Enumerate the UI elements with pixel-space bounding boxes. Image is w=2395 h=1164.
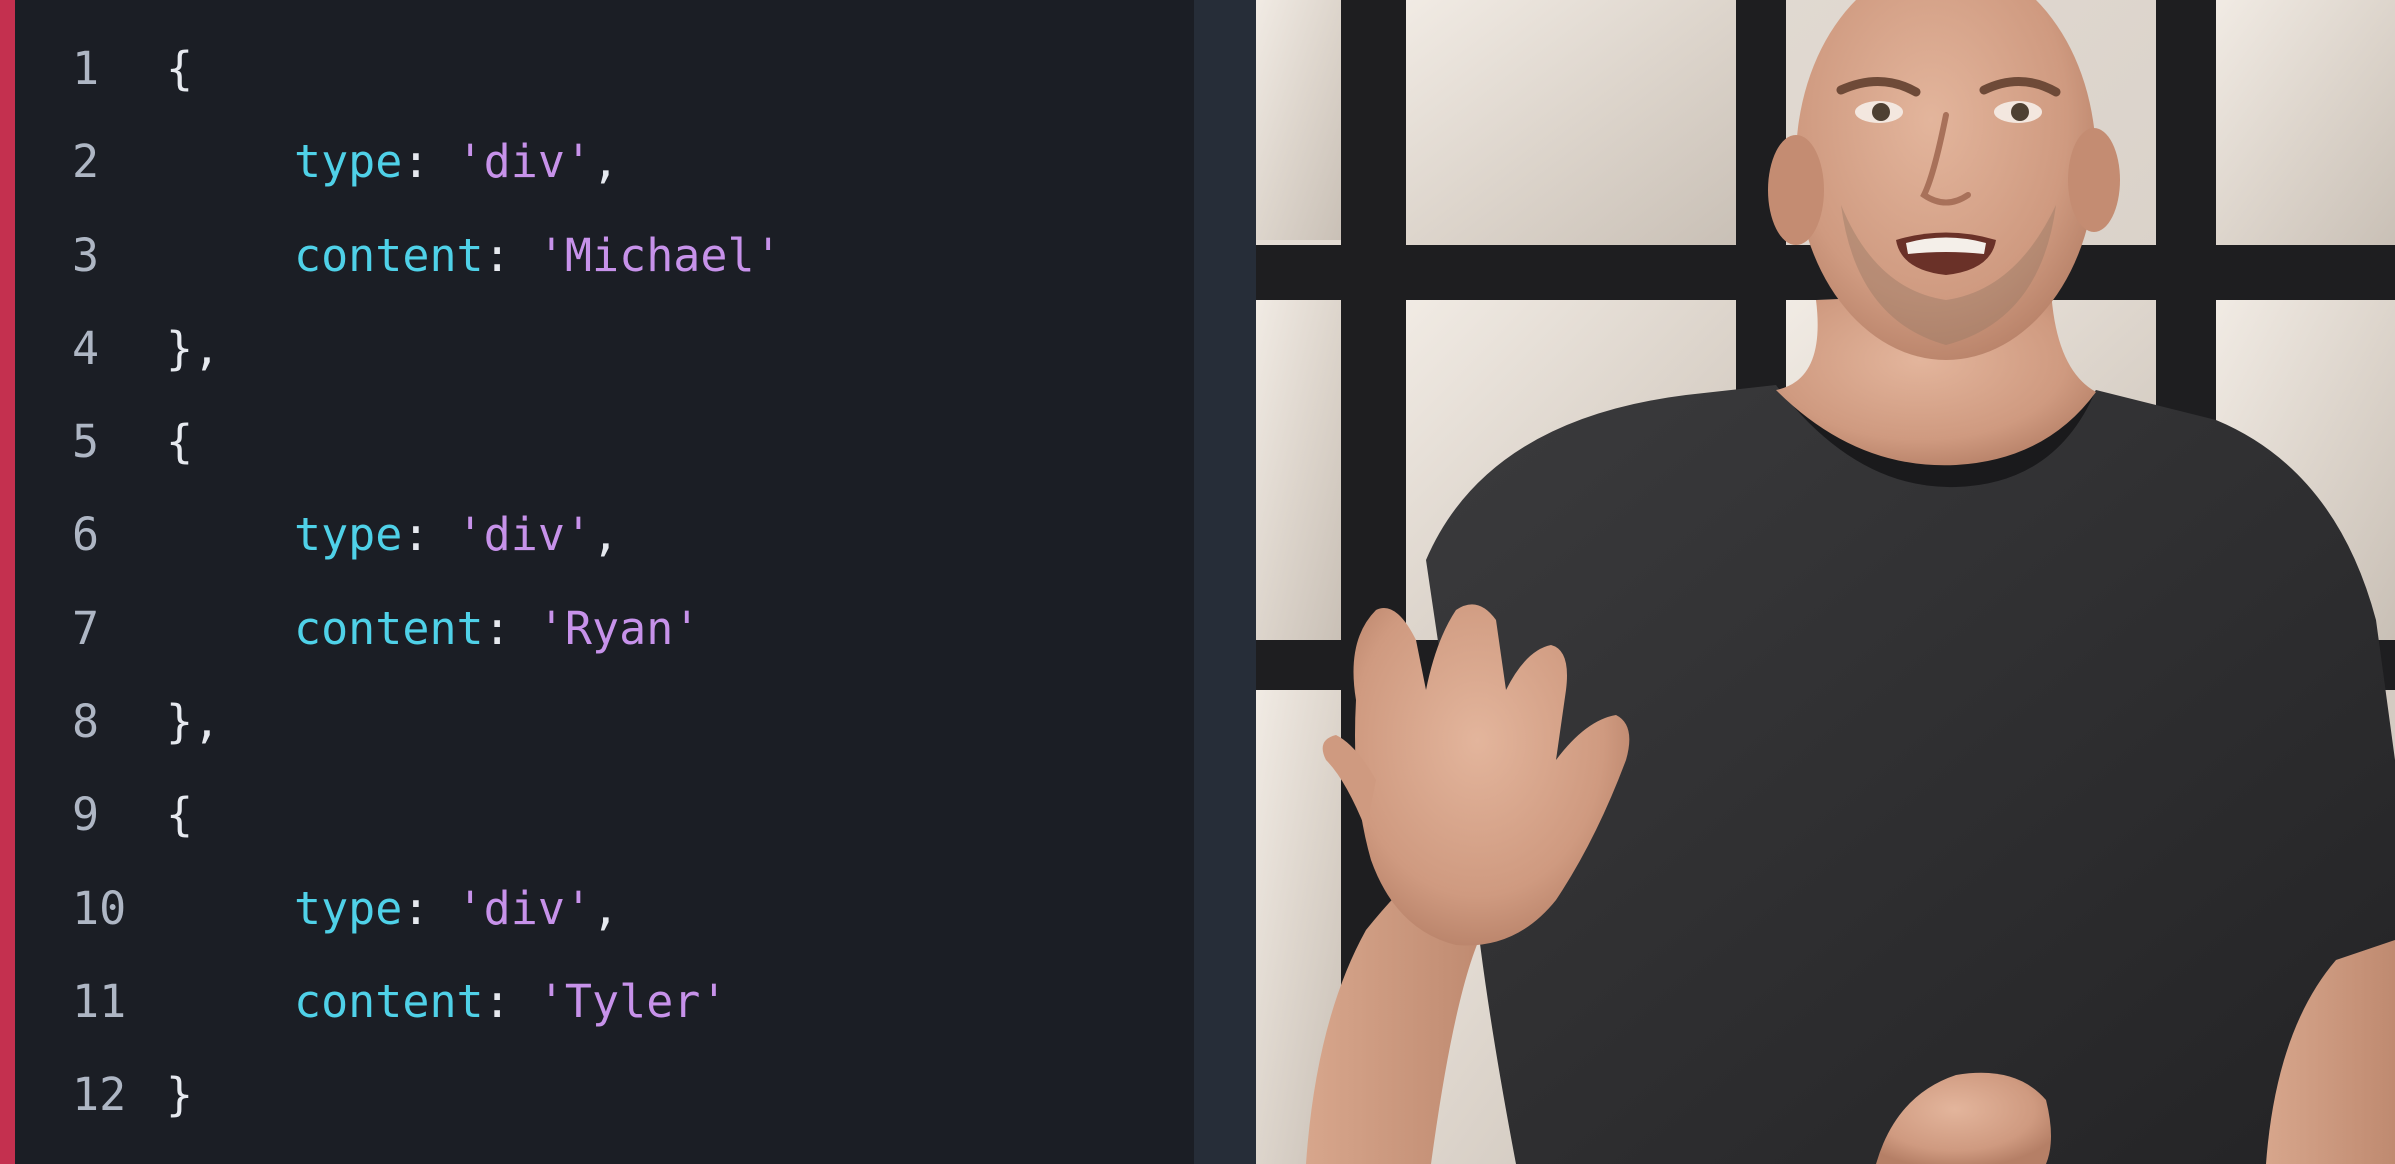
code-string: 'Ryan' — [537, 601, 701, 655]
code-text: content: 'Ryan' — [294, 582, 700, 675]
code-text: }, — [166, 675, 220, 768]
line-number: 8 — [72, 695, 100, 749]
code-line: 7 content: 'Ryan' — [0, 582, 1194, 675]
line-number: 9 — [72, 788, 100, 842]
code-punctuation: : — [402, 881, 457, 935]
line-number: 6 — [72, 508, 100, 562]
code-text: type: 'div', — [294, 115, 619, 208]
code-text: { — [166, 395, 193, 488]
code-punctuation: : — [483, 228, 538, 282]
line-number: 11 — [72, 974, 127, 1028]
code-line: 10 type: 'div', — [0, 862, 1194, 955]
code-text: { — [166, 22, 193, 115]
code-punctuation: : — [402, 135, 457, 189]
line-number: 1 — [72, 42, 100, 95]
code-punctuation: }, — [166, 321, 221, 375]
code-line: 11 content: 'Tyler' — [0, 955, 1194, 1048]
code-key: content — [294, 228, 484, 282]
code-punctuation: , — [592, 135, 620, 189]
code-text: type: 'div', — [294, 488, 619, 581]
code-punctuation: } — [166, 1068, 194, 1122]
code-punctuation: { — [166, 788, 194, 842]
code-punctuation: { — [166, 415, 194, 469]
code-text: content: 'Tyler' — [294, 955, 728, 1048]
code-key: type — [294, 881, 403, 935]
code-string: 'Tyler' — [537, 974, 728, 1028]
code-line: 5{ — [0, 395, 1194, 488]
code-lines: 1{2 type: 'div', 3 content: 'Michael' 4}, 5{6… — [0, 22, 1194, 1142]
code-line: 3 content: 'Michael' — [0, 209, 1194, 302]
code-punctuation: , — [592, 508, 620, 562]
line-number: 7 — [72, 601, 100, 655]
code-punctuation: }, — [166, 695, 221, 749]
code-punctuation: : — [483, 974, 538, 1028]
code-line: 6 type: 'div', — [0, 488, 1194, 581]
code-line: 2 type: 'div', — [0, 115, 1194, 208]
code-key: content — [294, 974, 484, 1028]
code-text: content: 'Michael' — [294, 209, 782, 302]
line-number: 2 — [72, 135, 100, 189]
code-line: 8}, — [0, 675, 1194, 768]
line-number: 3 — [72, 228, 100, 282]
presenter-video-frame — [1256, 0, 2395, 1164]
code-editor-panel: 1{2 type: 'div', 3 content: 'Michael' 4}, 5{6… — [0, 0, 1194, 1164]
code-key: type — [294, 508, 403, 562]
code-text: } — [166, 1048, 193, 1141]
lesson-frame: 1{2 type: 'div', 3 content: 'Michael' 4}, 5{6… — [0, 0, 2395, 1164]
line-number: 5 — [72, 415, 100, 469]
code-key: content — [294, 601, 484, 655]
code-punctuation: : — [483, 601, 538, 655]
code-line: 1{ — [0, 22, 1194, 115]
code-punctuation: { — [166, 42, 194, 95]
code-punctuation: : — [402, 508, 457, 562]
presenter-video — [1256, 0, 2395, 1164]
code-text: { — [166, 768, 193, 861]
code-line: 12} — [0, 1048, 1194, 1141]
code-line: 9{ — [0, 768, 1194, 861]
code-string: 'div' — [456, 135, 593, 189]
code-text: }, — [166, 302, 220, 395]
panel-divider — [1194, 0, 1256, 1164]
code-line: 4}, — [0, 302, 1194, 395]
code-string: 'div' — [456, 508, 593, 562]
code-punctuation: , — [592, 881, 620, 935]
line-number: 4 — [72, 321, 100, 375]
line-number: 12 — [72, 1068, 127, 1122]
code-text: type: 'div', — [294, 862, 619, 955]
code-string: 'div' — [456, 881, 593, 935]
line-number: 10 — [72, 881, 127, 935]
code-string: 'Michael' — [537, 228, 782, 282]
code-key: type — [294, 135, 403, 189]
